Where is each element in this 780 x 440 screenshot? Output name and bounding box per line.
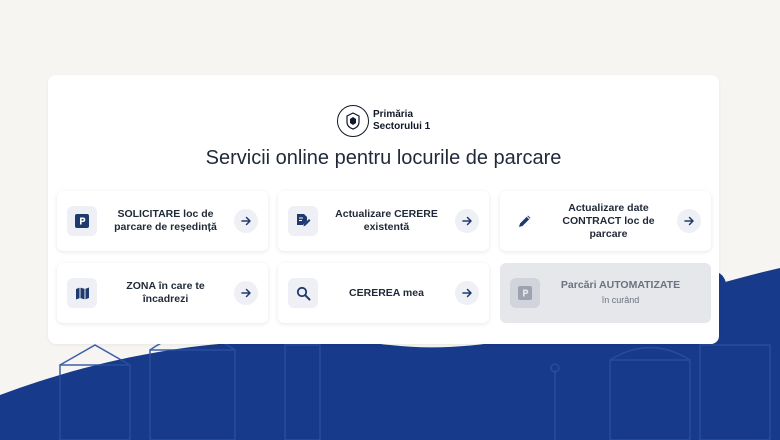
tile-label: Parcări AUTOMATIZATE în curând bbox=[540, 279, 701, 307]
map-icon bbox=[67, 278, 97, 308]
pencil-icon bbox=[510, 206, 540, 236]
edit-document-icon bbox=[288, 206, 318, 236]
brand-logo[interactable]: Primăria Sectorului 1 bbox=[337, 103, 430, 139]
tile-solicitare-loc-parcare[interactable]: SOLICITARE loc de parcare de reședință bbox=[57, 191, 268, 251]
tile-label: SOLICITARE loc de parcare de reședință bbox=[114, 208, 217, 233]
search-icon bbox=[288, 278, 318, 308]
brand-name-line2: Sectorului 1 bbox=[373, 121, 431, 132]
tile-parcari-automatizate: Parcări AUTOMATIZATE în curând bbox=[500, 263, 711, 323]
arrow-right-icon bbox=[455, 209, 479, 233]
page-title: Servicii online pentru locurile de parca… bbox=[205, 147, 562, 169]
brand-name-line1: Primăria bbox=[373, 109, 414, 120]
coming-soon-label: în curând bbox=[601, 295, 640, 305]
tile-label: CEREREA mea bbox=[349, 286, 424, 299]
coat-of-arms-icon bbox=[337, 105, 369, 137]
arrow-right-icon bbox=[455, 281, 479, 305]
arrow-right-icon bbox=[234, 281, 258, 305]
tile-actualizare-contract[interactable]: Actualizare date CONTRACT loc de parcare bbox=[500, 191, 711, 251]
tile-label-main: Parcări AUTOMATIZATE bbox=[560, 279, 681, 291]
parking-icon bbox=[510, 278, 540, 308]
arrow-right-icon bbox=[677, 209, 701, 233]
brand-name: Primăria Sectorului 1 bbox=[373, 109, 430, 133]
services-card: Primăria Sectorului 1 Servicii online pe… bbox=[48, 75, 719, 344]
tile-label: ZONA în care te încadrezi bbox=[126, 280, 205, 305]
tile-zona[interactable]: ZONA în care te încadrezi bbox=[57, 263, 268, 323]
tile-cererea-mea[interactable]: CEREREA mea bbox=[278, 263, 489, 323]
tile-label: Actualizare date CONTRACT loc de parcare bbox=[562, 201, 655, 240]
tile-actualizare-cerere[interactable]: Actualizare CERERE existentă bbox=[278, 191, 489, 251]
arrow-right-icon bbox=[234, 209, 258, 233]
tile-label: Actualizare CERERE existentă bbox=[335, 208, 438, 233]
parking-icon bbox=[67, 206, 97, 236]
